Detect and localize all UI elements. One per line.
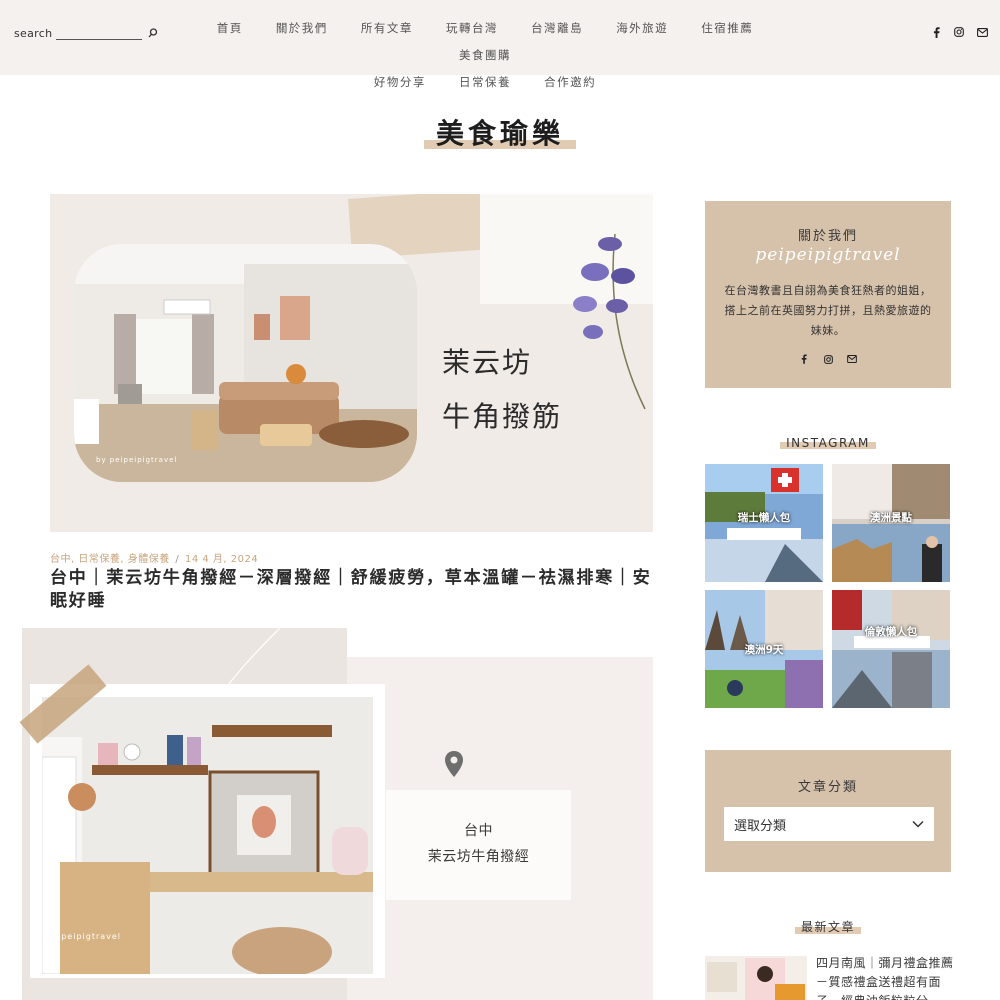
cover-script-line1: 茉云坊 [442,346,533,379]
categories-heading: 文章分類 [797,780,858,795]
instagram-tile-caption: 澳洲9天 [744,644,784,656]
instagram-tile[interactable]: 澳洲9天 [705,590,823,708]
facebook-icon[interactable] [930,26,942,38]
top-header: search 首頁 關於我們 所有文章 玩轉台灣 台灣離島 海外旅遊 住宿推薦 … [0,0,1000,89]
instagram-tile[interactable]: 倫敦懶人包 [832,590,950,708]
instagram-tile-caption: 倫敦懶人包 [864,626,918,638]
nav-home[interactable]: 首頁 [217,15,243,41]
nav-food[interactable]: 美食團購 [459,42,511,68]
nav-overseas[interactable]: 海外旅遊 [616,15,668,41]
flower-illustration [573,233,646,410]
recent-heading: 最新文章 [794,918,862,935]
post1-date: 14 4 月, 2024 [184,554,259,565]
instagram-heading: INSTAGRAM [780,436,876,450]
post1-meta: 台中, 日常保養, 身體保養 / 14 4 月, 2024 [50,550,258,565]
instagram-tile-caption: 澳洲景點 [870,512,912,524]
nav-goods[interactable]: 好物分享 [374,69,426,95]
page-title: 美食瑜樂 [423,112,577,152]
sidebar-social-links [705,353,951,365]
cover-title-script: 茉云坊 牛角撥筋 [442,336,562,444]
instagram-tile[interactable]: 澳洲景點 [832,464,950,582]
nav-all-posts[interactable]: 所有文章 [361,15,413,41]
instagram-icon[interactable] [953,26,965,38]
nav-islands[interactable]: 台灣離島 [531,15,583,41]
sidebar-categories-box: 文章分類 選取分類 [705,750,951,872]
about-description: 在台灣教書且自詡為美食狂熱者的姐姐，搭上之前在英國努力打拼，且熱愛旅遊的妹妹。 [724,284,932,337]
main-nav: 首頁 關於我們 所有文章 玩轉台灣 台灣離島 海外旅遊 住宿推薦 美食團購 好物… [165,14,805,95]
email-icon[interactable] [976,26,988,38]
header-social-links [930,26,988,38]
meta-separator: / [175,554,180,565]
recent-post-thumbnail[interactable] [705,956,807,1000]
post1-cover-image[interactable]: by peipeipigtravel 茉云坊 牛角撥筋 [50,194,653,532]
nav-taiwan[interactable]: 玩轉台灣 [446,15,498,41]
email-icon[interactable] [846,353,858,365]
about-script-logo: peipeipigtravel [755,245,901,265]
chevron-down-icon [912,817,924,832]
post1-title[interactable]: 台中｜茉云坊牛角撥經－深層撥經｜舒緩疲勞，草本溫罐－祛濕排寒｜安眠好睡 [50,567,653,613]
page-title-wrapper: 美食瑜樂 [0,112,1000,152]
cover-watermark: by peipeipigtravel [96,456,178,464]
category-select[interactable]: 選取分類 [724,807,934,841]
instagram-tile-caption: 瑞士懶人包 [737,512,791,524]
instagram-heading-wrap: INSTAGRAM [705,432,951,451]
nav-accommodation[interactable]: 住宿推薦 [701,15,753,41]
post2-watermark: peipeipigtravel [46,932,122,941]
search-bar: search [14,26,160,40]
search-input[interactable] [56,26,143,40]
instagram-tile[interactable]: 瑞士懶人包 [705,464,823,582]
post1-categories[interactable]: 台中, 日常保養, 身體保養 [50,554,170,565]
recent-post-title[interactable]: 四月南風｜彌月禮盒推薦－質感禮盒送禮超有面子，經典油飯粒粒分 [816,954,956,1000]
nav-about[interactable]: 關於我們 [276,15,328,41]
facebook-icon[interactable] [798,353,810,365]
cover-room-photo [74,244,417,482]
category-select-value: 選取分類 [734,818,787,834]
post2-location-name: 茉云坊牛角撥經 [427,849,530,865]
recent-heading-wrap: 最新文章 [705,916,951,935]
post2-location-city: 台中 [464,823,493,839]
nav-cooperation[interactable]: 合作邀約 [544,69,596,95]
sidebar-about-box: 關於我們 peipeipigtravel 在台灣教書且自詡為美食狂熱者的姐姐，搭… [705,201,951,388]
cover-script-line2: 牛角撥筋 [442,400,563,433]
search-icon[interactable] [146,26,160,40]
post2-location-label: 台中 茉云坊牛角撥經 [386,790,571,900]
nav-skincare[interactable]: 日常保養 [459,69,511,95]
location-pin-icon [442,750,466,778]
about-heading: 關於我們 [797,229,858,244]
search-label: search [14,26,53,40]
instagram-icon[interactable] [822,353,834,365]
instagram-grid: 瑞士懶人包 澳洲景點 澳洲9天 倫敦懶人包 [705,464,951,708]
